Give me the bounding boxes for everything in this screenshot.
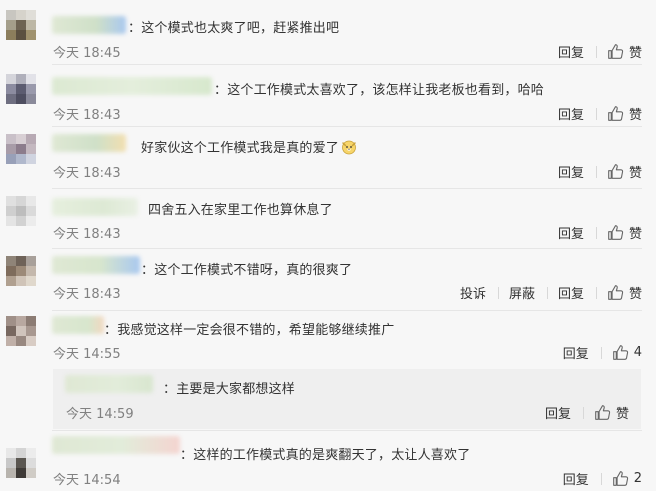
avatar[interactable] (6, 196, 36, 226)
username-blurred[interactable] (52, 316, 104, 334)
thumbs-up-icon (595, 405, 611, 420)
like-count: 赞 (628, 46, 642, 61)
comment-time: 今天 18:43 (53, 287, 121, 302)
reply-button[interactable]: 回复 (545, 403, 571, 422)
avatar[interactable] (6, 134, 36, 164)
comment-actions: 投诉 屏蔽 回复 赞 (444, 283, 642, 302)
like-count: 赞 (628, 108, 642, 123)
reply-button[interactable]: 回复 (563, 343, 589, 362)
reply-button[interactable]: 回复 (558, 283, 584, 302)
action-separator (600, 472, 602, 485)
thumbs-up-icon (608, 225, 624, 240)
like-button[interactable]: 2 (612, 470, 642, 487)
comment-text: 好家伙这个工作模式我是真的爱了 (141, 137, 357, 156)
comment-time: 今天 14:54 (53, 473, 121, 488)
comment-actions: 回复 赞 (542, 223, 642, 242)
thumbs-up-icon (612, 471, 628, 486)
action-separator (595, 226, 597, 239)
action-separator (595, 286, 597, 299)
comment-actions: 回复 赞 (542, 42, 642, 61)
action-separator (595, 165, 597, 178)
thumbs-up-icon (612, 345, 628, 360)
username-blurred[interactable] (52, 198, 138, 216)
comment-text: ：主要是大家都想这样 (163, 382, 296, 397)
comment-actions: 回复 赞 (529, 403, 629, 422)
comment-text: ：这个工作模式不错呀，真的很爽了 (141, 263, 353, 278)
comment-item: ：这个模式也太爽了吧，赶紧推出吧 今天 18:45 回复 赞 (0, 0, 656, 65)
like-count: 赞 (628, 227, 642, 242)
comment-item: 四舍五入在家里工作也算休息了 今天 18:43 回复 赞 (0, 188, 656, 249)
comment-text: ：这样的工作模式真的是爽翻天了，太让人喜欢了 (180, 448, 471, 463)
action-separator (595, 45, 597, 58)
action-separator (600, 346, 602, 359)
comment-actions: 回复 4 (547, 343, 642, 362)
thumbs-up-icon (608, 44, 624, 59)
comment-text: 四舍五入在家里工作也算休息了 (148, 203, 333, 218)
comment-time: 今天 18:43 (53, 166, 121, 181)
thumbs-up-icon (608, 106, 624, 121)
like-button[interactable]: 赞 (594, 403, 629, 422)
like-button[interactable]: 赞 (607, 162, 642, 181)
like-count: 赞 (628, 287, 642, 302)
comment-time: 今天 14:55 (53, 347, 121, 362)
thumbs-up-icon (608, 164, 624, 179)
like-count: 赞 (615, 407, 629, 422)
comment-item: ：这个工作模式太喜欢了，该怎样让我老板也看到，哈哈 今天 18:43 回复 赞 (0, 64, 656, 127)
comment-item: ：这个工作模式不错呀，真的很爽了 今天 18:43 投诉 屏蔽 回复 赞 (0, 248, 656, 311)
like-button[interactable]: 4 (612, 344, 642, 361)
username-blurred[interactable] (52, 16, 126, 34)
like-count: 赞 (628, 166, 642, 181)
avatar[interactable] (6, 448, 36, 478)
comment-actions: 回复 赞 (542, 104, 642, 123)
like-button[interactable]: 赞 (607, 42, 642, 61)
comment-text: ：我感觉这样一定会很不错的，希望能够继续推广 (104, 323, 395, 338)
comment-actions: 回复 2 (547, 469, 642, 488)
action-separator (582, 406, 584, 419)
action-separator (497, 286, 499, 299)
like-count: 4 (633, 345, 642, 360)
action-separator (595, 107, 597, 120)
comment-item: 好家伙这个工作模式我是真的爱了 今天 18:43 回复 赞 (0, 126, 656, 189)
avatar[interactable] (6, 10, 36, 40)
action-separator (546, 286, 548, 299)
like-count: 2 (633, 471, 642, 486)
comment-time: 今天 18:43 (53, 108, 121, 123)
reply-button[interactable]: 回复 (558, 104, 584, 123)
like-button[interactable]: 赞 (607, 104, 642, 123)
reply-button[interactable]: 回复 (558, 223, 584, 242)
reply-button[interactable]: 回复 (558, 162, 584, 181)
reply-button[interactable]: 回复 (558, 42, 584, 61)
reply-button[interactable]: 回复 (563, 469, 589, 488)
username-blurred[interactable] (52, 134, 126, 152)
comment-text: ：这个工作模式太喜欢了，该怎样让我老板也看到，哈哈 (214, 83, 545, 98)
comment-actions: 回复 赞 (542, 162, 642, 181)
like-button[interactable]: 赞 (607, 283, 642, 302)
report-button[interactable]: 投诉 (460, 283, 486, 302)
comment-text-content: 好家伙这个工作模式我是真的爱了 (141, 141, 340, 156)
like-button[interactable]: 赞 (607, 223, 642, 242)
comment-text: ：这个模式也太爽了吧，赶紧推出吧 (128, 21, 340, 36)
avatar[interactable] (6, 316, 36, 346)
thumbs-up-icon (608, 285, 624, 300)
comment-time: 今天 18:45 (53, 46, 121, 61)
dog-face-emoji-icon (342, 140, 356, 155)
comment-time: 今天 18:43 (53, 227, 121, 242)
nested-reply-box: ：主要是大家都想这样 今天 14:59 回复 赞 (53, 369, 641, 429)
username-blurred[interactable] (52, 256, 140, 274)
comment-time: 今天 14:59 (66, 407, 134, 422)
username-blurred[interactable] (65, 375, 153, 393)
avatar[interactable] (6, 74, 36, 104)
comment-item: ：我感觉这样一定会很不错的，希望能够继续推广 今天 14:55 回复 4 (0, 310, 656, 370)
username-blurred[interactable] (52, 77, 212, 95)
username-blurred[interactable] (52, 436, 180, 454)
comment-item: ：这样的工作模式真的是爽翻天了，太让人喜欢了 今天 14:54 回复 2 (0, 430, 656, 491)
avatar[interactable] (6, 256, 36, 286)
block-button[interactable]: 屏蔽 (509, 283, 535, 302)
